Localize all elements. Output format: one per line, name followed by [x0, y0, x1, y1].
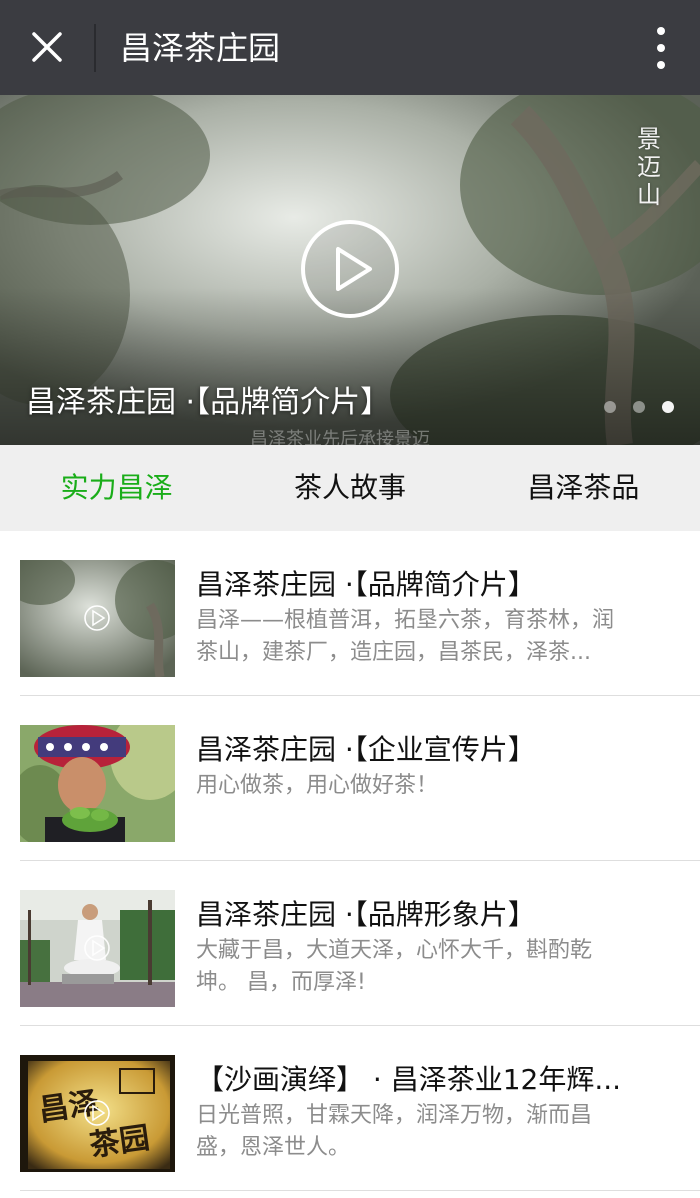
- video-description: 昌泽——根植普洱，拓垦六茶，育茶林，润 茶山，建茶厂，造庄园，昌茶民，泽茶...: [196, 605, 686, 669]
- thumbnail-sand-art: 昌泽 茶园: [20, 1055, 175, 1172]
- top-bar: 昌泽茶庄园: [0, 0, 700, 95]
- video-description-line: 昌泽——根植普洱，拓垦六茶，育茶林，润: [196, 608, 615, 633]
- banner-caption: 昌泽茶庄园 ·【品牌简介片】: [26, 385, 391, 420]
- video-description-line: 坤。 昌，而厚泽!: [196, 970, 366, 995]
- video-description-line: 用心做茶，用心做好茶！: [196, 773, 439, 798]
- topbar-divider: [94, 24, 96, 72]
- video-description: 大藏于昌，大道天泽，心怀大千，斟酌乾 坤。 昌，而厚泽!: [196, 935, 686, 999]
- category-tabs: 实力昌泽 茶人故事 昌泽茶品: [0, 445, 700, 531]
- thumbnail-man-meditating: [20, 890, 175, 1007]
- video-list: 昌泽茶庄园 ·【品牌简介片】 昌泽——根植普洱，拓垦六茶，育茶林，润 茶山，建茶…: [0, 531, 700, 1191]
- video-description-line: 盛，恩泽世人。: [196, 1135, 351, 1160]
- tab-changze-chapin[interactable]: 昌泽茶品: [467, 445, 700, 531]
- featured-video-banner[interactable]: 景迈山 昌泽茶庄园 ·【品牌简介片】 昌泽茶业先后承接景迈: [0, 95, 700, 445]
- carousel-dot[interactable]: [603, 401, 616, 413]
- banner-subtitle: 昌泽茶业先后承接景迈: [250, 429, 430, 445]
- list-item[interactable]: 昌泽茶庄园 ·【品牌形象片】 大藏于昌，大道天泽，心怀大千，斟酌乾 坤。 昌，而…: [20, 861, 700, 1026]
- video-description: 日光普照，甘霖天降，润泽万物，渐而昌 盛，恩泽世人。: [196, 1100, 686, 1164]
- video-title: 昌泽茶庄园 ·【品牌形象片】: [196, 898, 536, 931]
- carousel-dot[interactable]: [632, 401, 645, 413]
- video-description: 用心做茶，用心做好茶！: [196, 770, 686, 834]
- video-description-line: 大藏于昌，大道天泽，心怀大千，斟酌乾: [196, 938, 593, 963]
- close-icon[interactable]: [22, 22, 72, 72]
- list-item[interactable]: 昌泽茶庄园 ·【企业宣传片】 用心做茶，用心做好茶！: [20, 696, 700, 861]
- more-vertical-icon[interactable]: [648, 25, 674, 71]
- video-title: 昌泽茶庄园 ·【企业宣传片】: [196, 733, 536, 766]
- carousel-dot-active[interactable]: [662, 401, 674, 413]
- tab-shili-changze[interactable]: 实力昌泽: [0, 445, 233, 531]
- video-description-line: 日光普照，甘霖天降，润泽万物，渐而昌: [196, 1103, 593, 1128]
- banner-overlay-text: 景迈山: [637, 125, 661, 209]
- video-title: 昌泽茶庄园 ·【品牌简介片】: [196, 568, 536, 601]
- carousel-dots: [592, 398, 674, 413]
- list-item[interactable]: 昌泽茶庄园 ·【品牌简介片】 昌泽——根植普洱，拓垦六茶，育茶林，润 茶山，建茶…: [20, 531, 700, 696]
- play-circle-icon[interactable]: [300, 219, 400, 319]
- thumbnail-misty-forest: [20, 560, 175, 677]
- list-item[interactable]: 昌泽 茶园 【沙画演绎】 · 昌泽茶业12年辉... 日光普照，甘霖天降，润泽万…: [20, 1026, 700, 1191]
- thumbnail-girl-tea-leaves: [20, 725, 175, 842]
- page-title: 昌泽茶庄园: [120, 29, 281, 67]
- video-description-line: 茶山，建茶厂，造庄园，昌茶民，泽茶...: [196, 640, 591, 665]
- video-title: 【沙画演绎】 · 昌泽茶业12年辉...: [196, 1063, 622, 1096]
- tab-chaaren-gushi[interactable]: 茶人故事: [233, 445, 466, 531]
